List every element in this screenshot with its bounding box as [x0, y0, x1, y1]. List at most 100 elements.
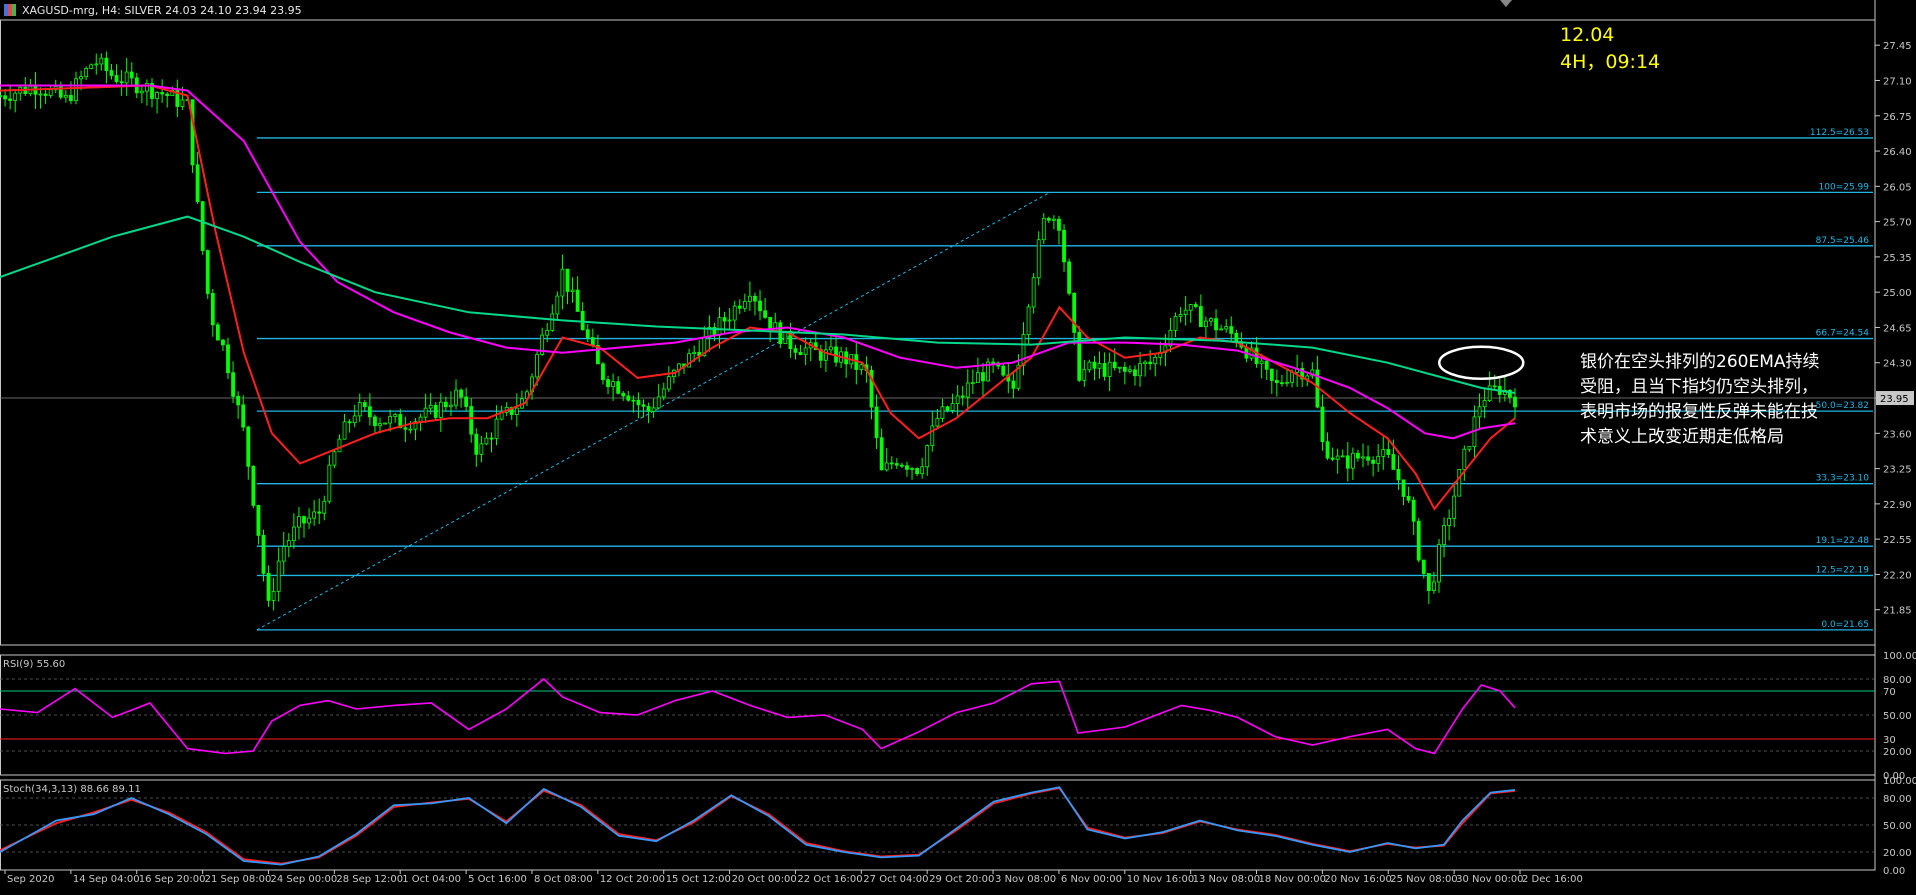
candle-body: [1204, 320, 1208, 328]
candle-body: [84, 68, 89, 78]
candle-body: [449, 404, 453, 408]
candle-body: [373, 416, 377, 427]
candle-body: [1421, 559, 1426, 574]
candle-body: [129, 71, 134, 79]
date-tick-label: 3 Nov 08:00: [995, 874, 1056, 885]
candle-body: [261, 534, 266, 574]
candle-body: [459, 389, 463, 398]
price-tick-label: 22.55: [1883, 535, 1912, 546]
candle-body: [1092, 361, 1097, 369]
rsi-tick-label: 70: [1883, 687, 1896, 698]
candle-body: [560, 268, 565, 297]
candle-body: [1112, 361, 1117, 369]
rsi-tick-label: 30: [1883, 735, 1896, 746]
candle-body: [1274, 380, 1279, 384]
date-tick-label: 15 Oct 12:00: [666, 874, 731, 885]
candle-body: [1036, 239, 1041, 279]
candle-body: [910, 468, 914, 470]
date-tick-label: 20 Oct 00:00: [732, 874, 797, 885]
candle-body: [494, 418, 499, 439]
candle-body: [991, 361, 996, 364]
candle-body: [940, 406, 945, 419]
candle-body: [1513, 396, 1517, 408]
candle-body: [1067, 261, 1072, 294]
candle-body: [423, 407, 428, 418]
stoch-tick-label: 50.00: [1883, 821, 1912, 832]
candle-body: [1462, 448, 1467, 470]
candle-body: [155, 92, 159, 99]
candle-body: [717, 317, 722, 336]
candle-body: [190, 99, 195, 166]
date-tick-label: 12 Oct 20:00: [600, 874, 665, 885]
candle-body: [1371, 459, 1376, 464]
candle-body: [246, 426, 251, 467]
candle-body: [195, 164, 200, 203]
candle-body: [69, 94, 73, 102]
candle-body: [900, 464, 904, 467]
date-tick-label: 16 Sep 20:00: [139, 874, 206, 885]
stoch-main-line: [0, 786, 1516, 866]
candle-body: [555, 295, 560, 315]
candle-body: [124, 71, 129, 84]
candle-body: [631, 399, 636, 402]
candle-body: [13, 92, 18, 101]
candle-body: [1082, 369, 1087, 381]
candle-body: [905, 465, 909, 470]
candle-body: [1102, 363, 1107, 377]
candle-body: [1381, 449, 1386, 457]
candle-body: [601, 363, 605, 380]
candle-body: [965, 382, 970, 398]
annotation-comment: 银价在空头排列的260EMA持续受阻，且当下指均仍空头排列，表明市场的报复性反弹…: [1580, 352, 1820, 447]
date-tick-label: 1 Oct 04:00: [402, 874, 461, 885]
fib-level-label: 19.1=22.48: [1816, 536, 1870, 546]
candle-body: [884, 462, 889, 471]
date-tick-label: 13 Nov 08:00: [1193, 874, 1260, 885]
candle-body: [737, 305, 742, 309]
candle-body: [352, 415, 357, 424]
candle-body: [388, 416, 393, 424]
candle-body: [915, 468, 920, 475]
candle-body: [1188, 304, 1193, 311]
candle-body: [43, 93, 48, 96]
candle-body: [636, 399, 641, 406]
candle-body: [1001, 365, 1006, 376]
candle-body: [393, 414, 398, 417]
stoch-title: Stoch(34,3,13) 88.66 89.11: [3, 784, 141, 795]
candle-body: [894, 463, 899, 466]
candle-body: [8, 98, 13, 101]
candle-body: [302, 516, 306, 524]
date-tick-label: 2 Dec 16:00: [1522, 874, 1583, 885]
candle-body: [362, 402, 367, 408]
candle-body: [205, 250, 210, 294]
price-tick-label: 26.05: [1883, 182, 1912, 193]
candle-body: [955, 395, 960, 404]
candle-body: [99, 57, 104, 65]
candle-body: [1224, 326, 1229, 330]
candle-body: [1325, 441, 1330, 459]
candle-body: [535, 354, 539, 378]
candle-body: [139, 90, 144, 94]
date-tick-label: 22 Oct 16:00: [797, 874, 862, 885]
fib-level-label: 87.5=25.46: [1816, 236, 1870, 246]
candle-body: [165, 93, 170, 97]
candle-body: [469, 406, 474, 435]
rsi-tick-label: 80.00: [1883, 675, 1912, 686]
date-tick-label: 8 Oct 08:00: [534, 874, 593, 885]
candle-body: [38, 93, 43, 96]
stoch-tick-label: 100.00: [1883, 776, 1916, 787]
candle-body: [160, 92, 165, 95]
candle-body: [332, 451, 337, 466]
candle-body: [479, 443, 484, 455]
date-tick-label: 14 Sep 04:00: [73, 874, 140, 885]
date-tick-label: 27 Oct 04:00: [863, 874, 928, 885]
candle-body: [1178, 314, 1183, 317]
annotation-timeframe: 4H，09:14: [1560, 51, 1661, 73]
date-tick-label: 10 Nov 16:00: [1127, 874, 1194, 885]
candle-body: [1411, 499, 1416, 522]
date-tick-label: Sep 2020: [7, 874, 54, 885]
fib-level-label: 12.5=22.19: [1816, 565, 1870, 575]
candle-body: [1391, 454, 1396, 470]
candle-body: [753, 295, 757, 302]
candle-body: [824, 349, 828, 361]
candle-body: [215, 324, 220, 341]
